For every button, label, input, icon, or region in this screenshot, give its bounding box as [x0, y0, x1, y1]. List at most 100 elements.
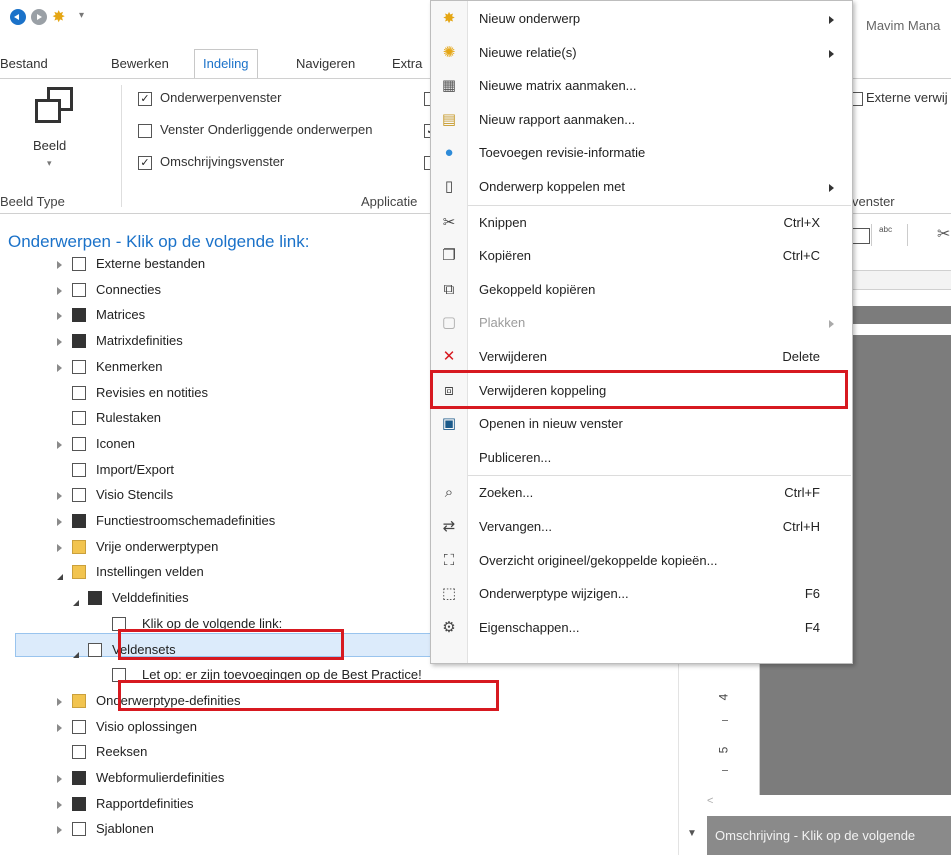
tab-extra[interactable]: Extra: [392, 56, 422, 71]
tab-navigeren[interactable]: Navigeren: [296, 56, 355, 71]
collapsed-arrow-icon[interactable]: [57, 363, 62, 372]
menu-shortcut: Ctrl+H: [782, 519, 820, 534]
series-icon: [72, 745, 86, 760]
search-icon: ⌕: [444, 484, 454, 502]
copy-icon: ❐: [442, 247, 456, 265]
submenu-arrow-icon: [829, 16, 834, 24]
collapsed-arrow-icon[interactable]: [57, 312, 62, 321]
menu-item-kopi-ren[interactable]: ❐ Kopiëren Ctrl+C: [431, 240, 852, 273]
beeld-dropdown-icon[interactable]: ▾: [47, 158, 52, 169]
expanded-arrow-icon[interactable]: [57, 568, 63, 581]
menu-item-label: Toevoegen revisie-informatie: [479, 145, 646, 161]
tree-item-label: Visio oplossingen: [96, 718, 197, 734]
menu-item-eigenschappen[interactable]: ⚙ Eigenschappen... F4: [431, 612, 852, 645]
checkbox-omschrijvingsvenster[interactable]: ✓: [138, 156, 152, 170]
menu-item-nieuwe-matrix-aanmaken[interactable]: ▦ Nieuwe matrix aanmaken...: [431, 70, 852, 103]
menu-item-openen-in-nieuw-venster[interactable]: ▣ Openen in nieuw venster: [431, 408, 852, 441]
tree-item-label: Visio Stencils: [96, 487, 174, 503]
document-icon[interactable]: [850, 228, 870, 244]
tree-item-label: Functiestroomschemadefinities: [96, 513, 276, 528]
checkbox-label: Venster Onderliggende onderwerpen: [160, 122, 373, 137]
matrix-definition-icon: [72, 334, 86, 349]
overview-icon: ⛶: [443, 551, 455, 569]
collapsed-arrow-icon[interactable]: [57, 286, 62, 295]
checkbox-venster-onderliggende[interactable]: [138, 124, 152, 138]
collapsed-arrow-icon[interactable]: [57, 697, 62, 706]
tree-item-label: Velddefinities: [112, 590, 189, 606]
menu-item-label: Openen in nieuw venster: [479, 416, 623, 432]
collapsed-arrow-icon[interactable]: [57, 800, 62, 809]
attributes-icon: [72, 359, 86, 374]
collapsed-arrow-icon[interactable]: [57, 518, 62, 526]
tab-indeling[interactable]: Indeling: [194, 49, 258, 80]
canvas-strip: [850, 335, 951, 367]
collapsed-arrow-icon[interactable]: [57, 261, 62, 269]
collapsed-arrow-icon[interactable]: [57, 492, 62, 501]
menu-item-zoeken[interactable]: ⌕ Zoeken... Ctrl+F: [431, 477, 852, 510]
scroll-left-icon[interactable]: <: [707, 795, 713, 807]
expanded-arrow-icon[interactable]: [73, 646, 79, 658]
ruler-tick: [722, 720, 728, 721]
tree-item-label: Webformulierdefinities: [96, 770, 225, 785]
new-item-icon[interactable]: ✸: [52, 9, 70, 26]
checkbox-onderwerpenvenster[interactable]: ✓: [138, 92, 152, 106]
menu-item-toevoegen-revisie-informatie[interactable]: ● Toevoegen revisie-informatie: [431, 137, 852, 170]
collapsed-arrow-icon[interactable]: [57, 826, 62, 835]
menu-item-label: Onderwerptype wijzigen...: [479, 586, 629, 602]
tree-item[interactable]: Webformulierdefinities: [57, 766, 620, 790]
gear-icon: ⚙: [442, 618, 456, 636]
menu-shortcut: F6: [804, 586, 820, 602]
tree-title: Onderwerpen - Klik op de volgende link:: [8, 232, 310, 251]
replace-icon: ⇄: [442, 518, 456, 535]
folder-icon: [72, 539, 86, 554]
beeld-button[interactable]: [33, 87, 77, 131]
tree-item[interactable]: Reeksen: [57, 740, 620, 764]
toolbar-divider: [871, 224, 872, 246]
customize-dropdown-icon[interactable]: ▾: [79, 10, 84, 21]
menu-separator: [468, 475, 851, 477]
tree-item-label: Connecties: [96, 281, 162, 297]
tree-item[interactable]: Rapportdefinities: [57, 792, 620, 816]
tab-bestand[interactable]: Bestand: [0, 56, 48, 71]
tree-item-label: Externe bestanden: [96, 256, 206, 271]
collapsed-arrow-icon[interactable]: [57, 338, 62, 347]
field-definition-icon: [88, 591, 102, 606]
menu-item-publiceren[interactable]: Publiceren...: [431, 442, 852, 475]
link-topic-icon: ▯: [444, 178, 454, 195]
icons-icon: [72, 436, 86, 451]
cut-icon[interactable]: ✂: [937, 224, 950, 244]
forward-icon[interactable]: [31, 9, 47, 25]
spellcheck-icon[interactable]: ᵃᵇᶜ: [879, 224, 892, 238]
menu-item-label: Nieuwe relatie(s): [479, 44, 577, 60]
revision-icon: [72, 385, 86, 400]
menu-item-nieuw-onderwerp[interactable]: ✸ Nieuw onderwerp: [431, 3, 852, 36]
menu-item-overzicht-origineel-gekoppelde-kopie-n[interactable]: ⛶ Overzicht origineel/gekoppelde kopieën.…: [431, 545, 852, 578]
menu-item-nieuw-rapport-aanmaken[interactable]: ▤ Nieuw rapport aanmaken...: [431, 104, 852, 137]
tree-item-label: Revisies en notities: [96, 384, 208, 400]
collapsed-arrow-icon[interactable]: [57, 543, 62, 552]
menu-item-nieuwe-relatie-s[interactable]: ✺ Nieuwe relatie(s): [431, 37, 852, 70]
collapsed-arrow-icon[interactable]: [57, 440, 62, 449]
menu-item-onderwerp-koppelen-met[interactable]: ▯ Onderwerp koppelen met: [431, 171, 852, 204]
expanded-arrow-icon[interactable]: [73, 594, 79, 607]
menu-item-label: Gekoppeld kopiëren: [479, 281, 596, 297]
checkbox-label: Omschrijvingsvenster: [160, 154, 285, 169]
tab-bewerken[interactable]: Bewerken: [111, 56, 169, 71]
revision-info-icon: ●: [444, 144, 454, 162]
menu-item-gekoppeld-kopi-ren[interactable]: ⧉ Gekoppeld kopiëren: [431, 274, 852, 307]
beeld-label: Beeld: [33, 138, 67, 153]
scroll-down-icon[interactable]: ▼: [687, 828, 697, 839]
tree-item-label: Kenmerken: [96, 358, 163, 374]
toolbar-divider: [907, 224, 908, 246]
collapsed-arrow-icon[interactable]: [57, 723, 62, 732]
checkbox-label: Externe verwij: [866, 90, 948, 105]
checkbox-label: Onderwerpenvenster: [160, 90, 282, 105]
menu-item-onderwerptype-wijzigen[interactable]: ⬚ Onderwerptype wijzigen... F6: [431, 578, 852, 611]
context-menu: ✸ Nieuw onderwerp ✺ Nieuwe relatie(s) ▦ Nieuw…: [430, 0, 853, 664]
collapsed-arrow-icon[interactable]: [57, 775, 62, 783]
menu-item-knippen[interactable]: ✂ Knippen Ctrl+X: [431, 207, 852, 240]
back-icon[interactable]: [10, 9, 26, 25]
tree-item[interactable]: Visio oplossingen: [57, 715, 620, 739]
tree-item[interactable]: Sjablonen: [57, 817, 620, 841]
menu-item-vervangen[interactable]: ⇄ Vervangen... Ctrl+H: [431, 511, 852, 544]
